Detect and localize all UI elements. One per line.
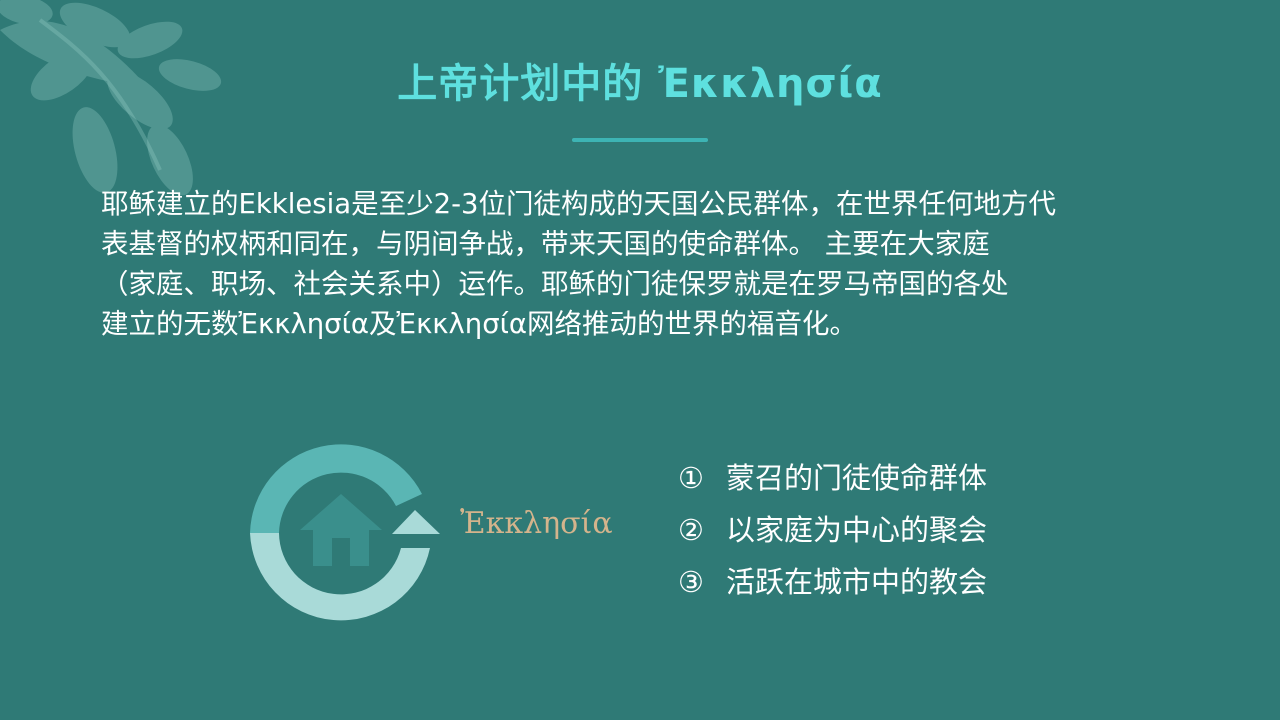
list-item: ② 以家庭为中心的聚会 [678,504,987,556]
slide-title: 上帝计划中的 Ἐκκλησία [397,61,883,107]
item-text: 以家庭为中心的聚会 [726,513,988,547]
list-item: ③ 活跃在城市中的教会 [678,556,987,608]
cycle-arrow-icon [250,444,440,621]
item-number: ① [678,461,704,495]
item-number: ③ [678,565,704,599]
item-text: 蒙召的门徒使命群体 [726,461,988,495]
item-text: 活跃在城市中的教会 [726,565,988,599]
key-points-list: ① 蒙召的门徒使命群体 ② 以家庭为中心的聚会 ③ 活跃在城市中的教会 [678,452,987,608]
list-item: ① 蒙召的门徒使命群体 [678,452,987,504]
body-paragraph: 耶稣建立的Ekklesia是至少2-3位门徒构成的天国公民群体，在世界任何地方代… [101,188,1057,340]
slide: 上帝计划中的 Ἐκκλησία 耶稣建立的Ekklesia是至少2-3位门徒构成… [0,0,1280,720]
title-underline [572,138,708,142]
item-number: ② [678,513,704,547]
diagram-label: Ἐκκλησία [460,506,613,541]
